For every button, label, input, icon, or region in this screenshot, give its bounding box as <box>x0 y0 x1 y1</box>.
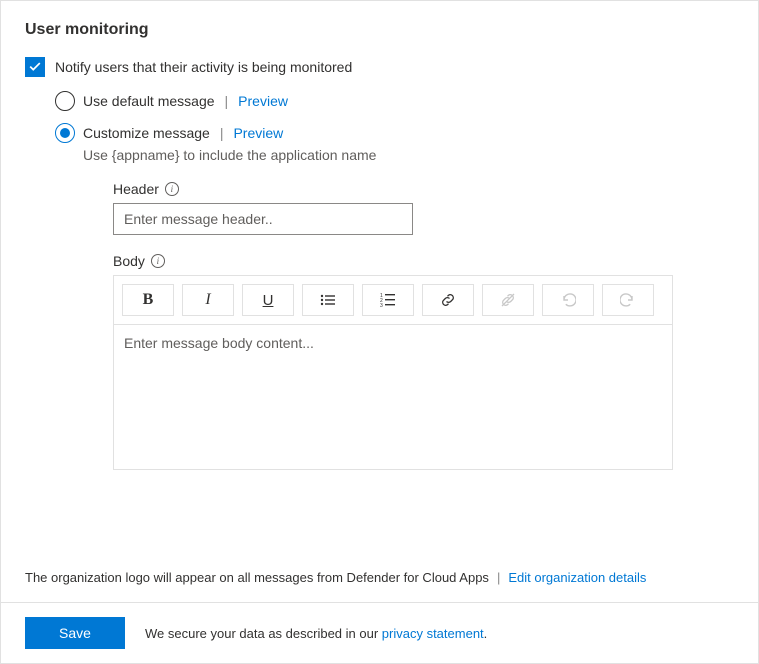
save-button[interactable]: Save <box>25 617 125 649</box>
unlink-icon <box>500 292 516 308</box>
separator: | <box>497 570 500 585</box>
info-icon[interactable]: i <box>151 254 165 268</box>
notify-checkbox[interactable] <box>25 57 45 77</box>
checkmark-icon <box>28 60 42 74</box>
undo-button <box>542 284 594 316</box>
link-icon <box>440 292 456 308</box>
bold-button[interactable]: B <box>122 284 174 316</box>
svg-text:3: 3 <box>380 303 383 308</box>
separator: | <box>225 93 229 109</box>
header-field-label: Header <box>113 181 159 197</box>
header-input[interactable] <box>113 203 413 235</box>
notify-label: Notify users that their activity is bein… <box>55 59 352 75</box>
radio-customize-message[interactable] <box>55 123 75 143</box>
unlink-button <box>482 284 534 316</box>
editor-toolbar: B I U 123 <box>113 275 673 325</box>
customize-message-label: Customize message <box>83 125 210 141</box>
italic-button[interactable]: I <box>182 284 234 316</box>
redo-icon <box>620 292 636 308</box>
customize-hint: Use {appname} to include the application… <box>83 147 734 163</box>
redo-button <box>602 284 654 316</box>
body-textarea[interactable] <box>113 325 673 470</box>
undo-icon <box>560 292 576 308</box>
privacy-statement-link[interactable]: privacy statement <box>382 626 484 641</box>
edit-org-details-link[interactable]: Edit organization details <box>508 570 646 585</box>
radio-default-message[interactable] <box>55 91 75 111</box>
bullet-list-button[interactable] <box>302 284 354 316</box>
preview-custom-link[interactable]: Preview <box>233 125 283 141</box>
italic-icon: I <box>205 291 210 309</box>
separator: | <box>220 125 224 141</box>
body-field-label: Body <box>113 253 145 269</box>
privacy-text: We secure your data as described in our … <box>145 626 487 641</box>
numbered-list-button[interactable]: 123 <box>362 284 414 316</box>
preview-default-link[interactable]: Preview <box>238 93 288 109</box>
numbered-list-icon: 123 <box>380 292 396 308</box>
info-icon[interactable]: i <box>165 182 179 196</box>
bullet-list-icon <box>320 292 336 308</box>
bold-icon: B <box>143 291 154 309</box>
default-message-label: Use default message <box>83 93 215 109</box>
logo-notice: The organization logo will appear on all… <box>25 570 489 585</box>
page-title: User monitoring <box>25 21 734 39</box>
underline-icon: U <box>263 292 274 309</box>
link-button[interactable] <box>422 284 474 316</box>
underline-button[interactable]: U <box>242 284 294 316</box>
